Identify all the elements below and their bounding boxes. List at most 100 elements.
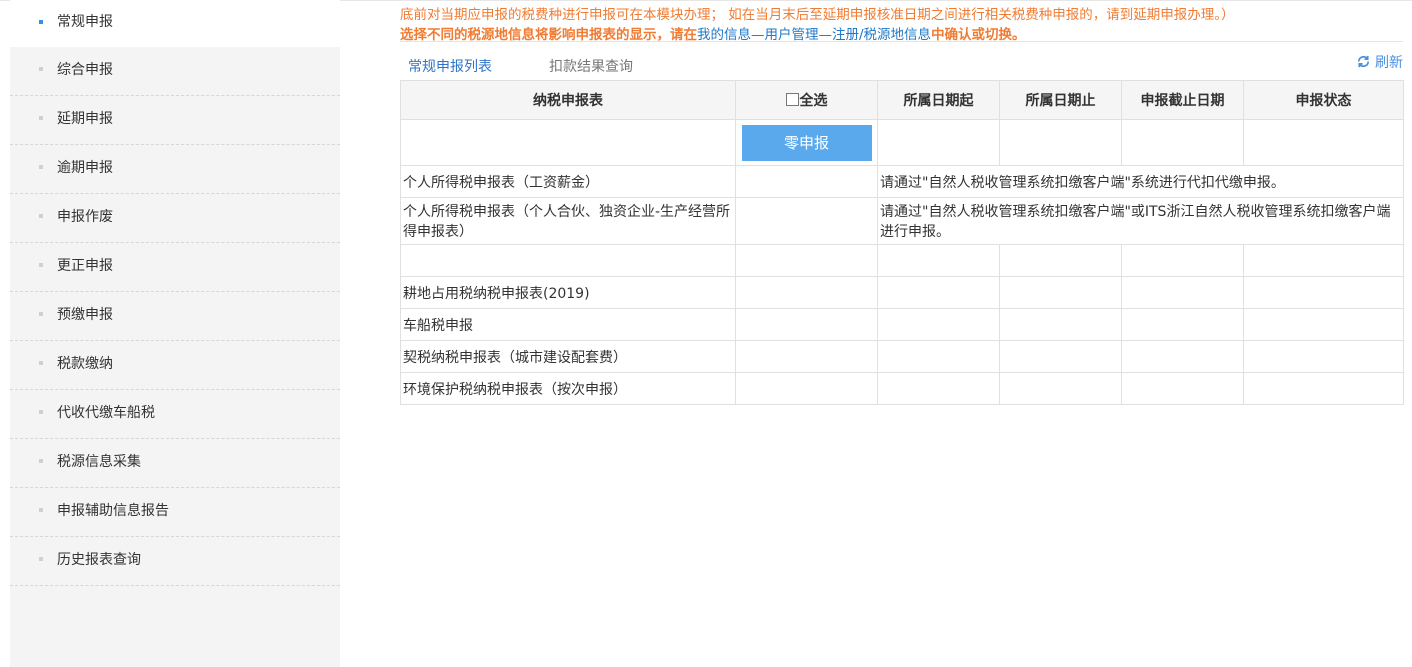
form-name-cell[interactable]: 环境保护税纳税申报表（按次申报） [400, 372, 736, 405]
table-row: 契税纳税申报表（城市建设配套费） [400, 340, 1404, 373]
sidebar-item-label: 申报作废 [57, 209, 113, 225]
sidebar-item-label: 历史报表查询 [57, 552, 141, 568]
refresh-button[interactable]: 刷新 [1356, 52, 1403, 72]
table-cell [877, 244, 1000, 277]
table-row: 零申报 [400, 119, 1404, 166]
zero-declaration-button[interactable]: 零申报 [741, 124, 872, 161]
notice-divider [400, 41, 1403, 42]
bullet-icon [39, 20, 43, 24]
bullet-icon [39, 67, 43, 71]
sidebar-item-label: 综合申报 [57, 62, 113, 78]
header-form: 纳税申报表 [400, 80, 736, 120]
sidebar-item-auxiliary-report[interactable]: 申报辅助信息报告 [10, 488, 340, 537]
sidebar-item-deferred-declaration[interactable]: 延期申报 [10, 96, 340, 145]
bullet-icon [39, 116, 43, 120]
sidebar-item-void-declaration[interactable]: 申报作废 [10, 194, 340, 243]
table-cell [999, 372, 1122, 405]
sidebar-item-label: 代收代缴车船税 [57, 405, 155, 421]
notice-line-1: 底前对当期应申报的税费种进行申报可在本模块办理； 如在当月末后至延期申报核准日期… [400, 7, 1235, 23]
sidebar-item-history-query[interactable]: 历史报表查询 [10, 537, 340, 586]
table-row: 个人所得税申报表（个人合伙、独资企业-生产经营所得申报表） 请通过"自然人税收管… [400, 197, 1404, 245]
table-cell [400, 119, 736, 166]
bullet-icon [39, 508, 43, 512]
tab-deduction-query[interactable]: 扣款结果查询 [549, 56, 633, 81]
sidebar-item-label: 常规申报 [57, 14, 113, 30]
table-cell [735, 165, 878, 198]
select-all-checkbox[interactable] [785, 93, 799, 106]
table-cell [1121, 276, 1244, 309]
bullet-icon [39, 557, 43, 561]
select-all-label: 全选 [799, 93, 828, 109]
table-cell [999, 244, 1122, 277]
form-name-cell[interactable]: 契税纳税申报表（城市建设配套费） [400, 340, 736, 373]
table-cell [999, 276, 1122, 309]
header-status: 申报状态 [1243, 80, 1404, 120]
bullet-icon [39, 165, 43, 169]
table-cell [1243, 308, 1404, 341]
bullet-icon [39, 410, 43, 414]
table-cell [735, 244, 878, 277]
table-cell [877, 340, 1000, 373]
sidebar-item-comprehensive-declaration[interactable]: 综合申报 [10, 47, 340, 96]
table-cell [877, 119, 1000, 166]
bullet-icon [39, 459, 43, 463]
declaration-table: 纳税申报表 全选 所属日期起 所属日期止 申报截止日期 申报状态 零申报 个人所… [400, 80, 1404, 405]
header-deadline: 申报截止日期 [1121, 80, 1244, 120]
sidebar-item-tax-source-collection[interactable]: 税源信息采集 [10, 439, 340, 488]
table-row: 耕地占用税纳税申报表(2019) [400, 276, 1404, 309]
tab-regular-list[interactable]: 常规申报列表 [400, 56, 500, 83]
table-cell [999, 340, 1122, 373]
sidebar-item-label: 预缴申报 [57, 307, 113, 323]
sidebar-item-label: 税款缴纳 [57, 356, 113, 372]
sidebar-item-correct-declaration[interactable]: 更正申报 [10, 243, 340, 292]
table-cell [1121, 372, 1244, 405]
table-cell [877, 308, 1000, 341]
note-cell: 请通过"自然人税收管理系统扣缴客户端"或ITS浙江自然人税收管理系统扣缴客户端进… [877, 197, 1404, 245]
table-cell [1243, 244, 1404, 277]
table-cell [877, 276, 1000, 309]
table-cell [1121, 244, 1244, 277]
sidebar-item-tax-payment[interactable]: 税款缴纳 [10, 341, 340, 390]
bullet-icon [39, 312, 43, 316]
sidebar-item-vehicle-tax-withholding[interactable]: 代收代缴车船税 [10, 390, 340, 439]
table-cell [1243, 340, 1404, 373]
bullet-icon [39, 214, 43, 218]
sidebar-item-label: 申报辅助信息报告 [57, 503, 169, 519]
notice-line-2: 选择不同的税源地信息将影响申报表的显示，请在我的信息—用户管理—注册/税源地信息… [400, 23, 1026, 43]
tab-bar: 常规申报列表 扣款结果查询 [400, 52, 1403, 83]
form-name-cell[interactable]: 车船税申报 [400, 308, 736, 341]
sidebar-item-overdue-declaration[interactable]: 逾期申报 [10, 145, 340, 194]
refresh-icon [1357, 55, 1370, 68]
table-cell [1121, 340, 1244, 373]
sidebar-item-label: 逾期申报 [57, 160, 113, 176]
table-cell: 零申报 [735, 119, 878, 166]
table-cell [735, 276, 878, 309]
sidebar: 常规申报 综合申报 延期申报 逾期申报 申报作废 更正申报 预缴申报 税款缴纳 … [10, 0, 340, 667]
table-row: 个人所得税申报表（工资薪金） 请通过"自然人税收管理系统扣缴客户端"系统进行代扣… [400, 165, 1404, 198]
form-name-cell[interactable]: 个人所得税申报表（个人合伙、独资企业-生产经营所得申报表） [400, 197, 736, 245]
sidebar-item-regular-declaration[interactable]: 常规申报 [10, 0, 340, 47]
header-period-start: 所属日期起 [877, 80, 1000, 120]
refresh-label: 刷新 [1375, 55, 1403, 71]
sidebar-item-label: 更正申报 [57, 258, 113, 274]
table-row: 车船税申报 [400, 308, 1404, 341]
table-cell [1243, 119, 1404, 166]
table-cell [735, 340, 878, 373]
bullet-icon [39, 361, 43, 365]
table-cell [1243, 372, 1404, 405]
table-cell [999, 119, 1122, 166]
table-cell [999, 308, 1122, 341]
header-period-end: 所属日期止 [999, 80, 1122, 120]
table-cell [735, 197, 878, 245]
bullet-icon [39, 263, 43, 267]
table-cell [400, 244, 736, 277]
header-select-all: 全选 [735, 80, 878, 120]
sidebar-item-prepay-declaration[interactable]: 预缴申报 [10, 292, 340, 341]
sidebar-item-label: 税源信息采集 [57, 454, 141, 470]
table-cell [1121, 308, 1244, 341]
form-name-cell[interactable]: 个人所得税申报表（工资薪金） [400, 165, 736, 198]
form-name-cell[interactable]: 耕地占用税纳税申报表(2019) [400, 276, 736, 309]
sidebar-item-label: 延期申报 [57, 111, 113, 127]
table-cell [735, 308, 878, 341]
table-row [400, 244, 1404, 277]
